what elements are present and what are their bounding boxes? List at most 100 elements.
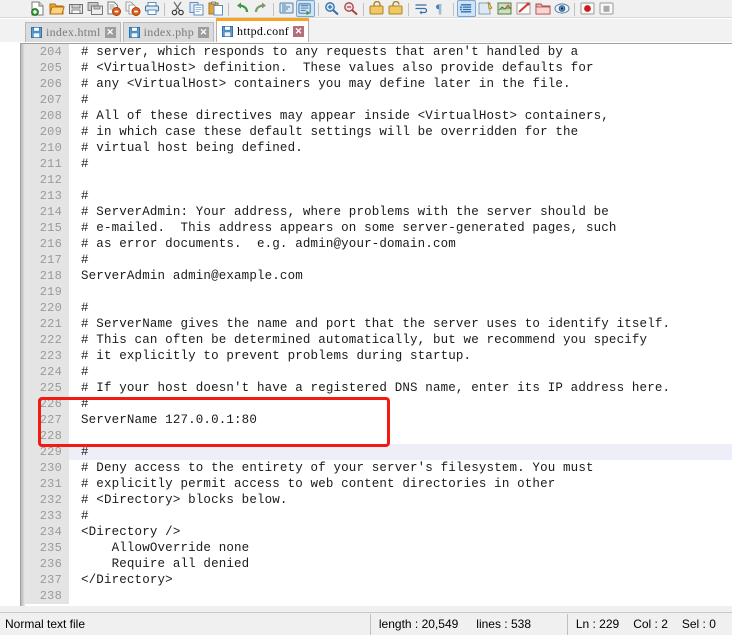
tab-close-icon[interactable]: ✕: [198, 27, 210, 38]
code-line[interactable]: 214 # ServerAdmin: Your address, where pr…: [25, 204, 732, 220]
sync-vertical-scroll-icon[interactable]: [367, 0, 386, 17]
save-icon[interactable]: [66, 0, 85, 17]
line-text[interactable]: # server, which responds to any requests…: [69, 44, 732, 60]
line-text[interactable]: #: [69, 156, 732, 172]
code-line[interactable]: 236 Require all denied: [25, 556, 732, 572]
code-line[interactable]: 206 # any <VirtualHost> containers you ma…: [25, 76, 732, 92]
code-line[interactable]: 209 # in which case these default setting…: [25, 124, 732, 140]
line-text[interactable]: #: [69, 508, 732, 524]
line-text[interactable]: # ServerAdmin: Your address, where probl…: [69, 204, 732, 220]
code-line[interactable]: 213 #: [25, 188, 732, 204]
code-line[interactable]: 218 ServerAdmin admin@example.com: [25, 268, 732, 284]
code-line[interactable]: 231 # explicitly permit access to web con…: [25, 476, 732, 492]
code-line[interactable]: 225 # If your host doesn't have a registe…: [25, 380, 732, 396]
zoom-in-icon[interactable]: [322, 0, 341, 17]
paste-icon[interactable]: [206, 0, 225, 17]
code-line[interactable]: 233 #: [25, 508, 732, 524]
code-line[interactable]: 219: [25, 284, 732, 300]
line-text[interactable]: Require all denied: [69, 556, 732, 572]
zoom-out-icon[interactable]: [341, 0, 360, 17]
monitoring-icon[interactable]: [552, 0, 571, 17]
line-text[interactable]: # If your host doesn't have a registered…: [69, 380, 732, 396]
save-all-icon[interactable]: [85, 0, 104, 17]
code-line[interactable]: 227 ServerName 127.0.0.1:80: [25, 412, 732, 428]
tab-index-php[interactable]: index.php ✕: [122, 22, 215, 42]
code-line[interactable]: 228: [25, 428, 732, 444]
line-text[interactable]: [69, 172, 732, 188]
folder-as-workspace-icon[interactable]: [533, 0, 552, 17]
line-text[interactable]: # any <VirtualHost> containers you may d…: [69, 76, 732, 92]
line-text[interactable]: #: [69, 300, 732, 316]
line-text[interactable]: #: [69, 92, 732, 108]
editor-pane[interactable]: 204 # server, which responds to any reque…: [20, 43, 732, 606]
line-text[interactable]: [69, 428, 732, 444]
line-text[interactable]: AllowOverride none: [69, 540, 732, 556]
new-file-icon[interactable]: [28, 0, 47, 17]
line-text[interactable]: # as error documents. e.g. admin@your-do…: [69, 236, 732, 252]
line-text[interactable]: # e-mailed. This address appears on some…: [69, 220, 732, 236]
line-text[interactable]: # Deny access to the entirety of your se…: [69, 460, 732, 476]
code-line[interactable]: 204 # server, which responds to any reque…: [25, 44, 732, 60]
tab-close-icon[interactable]: ✕: [293, 26, 305, 37]
code-area[interactable]: 204 # server, which responds to any reque…: [25, 44, 732, 606]
line-text[interactable]: # <Directory> blocks below.: [69, 492, 732, 508]
replace-icon[interactable]: [296, 0, 315, 17]
show-all-characters-icon[interactable]: ¶: [431, 0, 450, 17]
line-text[interactable]: #: [69, 444, 732, 460]
line-text[interactable]: </Directory>: [69, 572, 732, 588]
copy-icon[interactable]: [187, 0, 206, 17]
line-text[interactable]: # ServerName gives the name and port tha…: [69, 316, 732, 332]
function-list-icon[interactable]: [514, 0, 533, 17]
code-line[interactable]: 215 # e-mailed. This address appears on s…: [25, 220, 732, 236]
line-text[interactable]: [69, 284, 732, 300]
tab-index-html[interactable]: index.html ✕: [25, 22, 121, 42]
line-text[interactable]: #: [69, 364, 732, 380]
line-text[interactable]: <Directory />: [69, 524, 732, 540]
code-line[interactable]: 212: [25, 172, 732, 188]
code-line[interactable]: 220 #: [25, 300, 732, 316]
code-line[interactable]: 230 # Deny access to the entirety of your…: [25, 460, 732, 476]
code-line[interactable]: 217 #: [25, 252, 732, 268]
code-line[interactable]: 237 </Directory>: [25, 572, 732, 588]
close-all-icon[interactable]: [123, 0, 142, 17]
line-text[interactable]: #: [69, 396, 732, 412]
code-line[interactable]: 211 #: [25, 156, 732, 172]
code-line[interactable]: 235 AllowOverride none: [25, 540, 732, 556]
code-line[interactable]: 226 #: [25, 396, 732, 412]
line-text[interactable]: # virtual host being defined.: [69, 140, 732, 156]
line-text[interactable]: # <VirtualHost> definition. These values…: [69, 60, 732, 76]
code-line[interactable]: 222 # This can often be determined automa…: [25, 332, 732, 348]
code-line[interactable]: 208 # All of these directives may appear …: [25, 108, 732, 124]
line-text[interactable]: ServerAdmin admin@example.com: [69, 268, 732, 284]
undo-icon[interactable]: [232, 0, 251, 17]
sync-horizontal-scroll-icon[interactable]: [386, 0, 405, 17]
code-line[interactable]: 224 #: [25, 364, 732, 380]
word-wrap-icon[interactable]: [412, 0, 431, 17]
cut-icon[interactable]: [168, 0, 187, 17]
tab-close-icon[interactable]: ✕: [104, 27, 116, 38]
line-text[interactable]: [69, 588, 732, 604]
print-icon[interactable]: [142, 0, 161, 17]
line-text[interactable]: # All of these directives may appear ins…: [69, 108, 732, 124]
show-indent-guide-icon[interactable]: [457, 0, 476, 17]
code-line[interactable]: 221 # ServerName gives the name and port …: [25, 316, 732, 332]
line-text[interactable]: # explicitly permit access to web conten…: [69, 476, 732, 492]
line-text[interactable]: # This can often be determined automatic…: [69, 332, 732, 348]
tab-httpd-conf[interactable]: httpd.conf ✕: [216, 18, 310, 42]
line-text[interactable]: #: [69, 252, 732, 268]
code-line[interactable]: 205 # <VirtualHost> definition. These val…: [25, 60, 732, 76]
start-record-macro-icon[interactable]: [578, 0, 597, 17]
code-line[interactable]: 223 # it explicitly to prevent problems d…: [25, 348, 732, 364]
code-line[interactable]: 210 # virtual host being defined.: [25, 140, 732, 156]
line-text[interactable]: # in which case these default settings w…: [69, 124, 732, 140]
line-text[interactable]: #: [69, 188, 732, 204]
open-file-icon[interactable]: [47, 0, 66, 17]
code-line[interactable]: 238: [25, 588, 732, 604]
document-map-icon[interactable]: [495, 0, 514, 17]
stop-record-macro-icon[interactable]: [597, 0, 616, 17]
code-line[interactable]: 229 #: [25, 444, 732, 460]
code-line[interactable]: 207 #: [25, 92, 732, 108]
code-line[interactable]: 234 <Directory />: [25, 524, 732, 540]
redo-icon[interactable]: [251, 0, 270, 17]
line-text[interactable]: ServerName 127.0.0.1:80: [69, 412, 732, 428]
